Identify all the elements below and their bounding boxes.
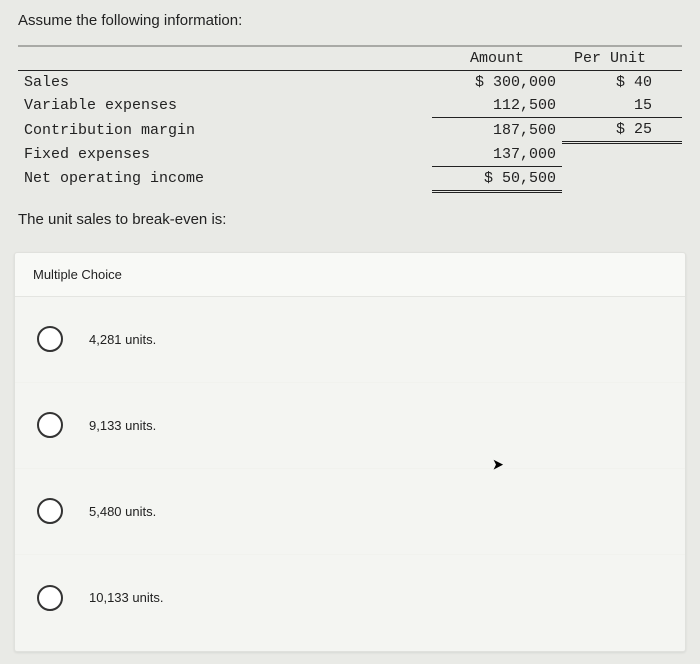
option-c-label: 5,480 units. — [89, 504, 156, 519]
label-noi: Net operating income — [18, 166, 432, 191]
question-text: The unit sales to break-even is: — [0, 197, 700, 236]
amount-noi: $ 50,500 — [432, 166, 562, 191]
amount-varexp: 112,500 — [432, 94, 562, 118]
row-fixedexp: Fixed expenses 137,000 — [18, 143, 682, 167]
perunit-sales: $ 40 — [562, 71, 682, 95]
amount-sales: $ 300,000 — [432, 71, 562, 95]
label-sales: Sales — [18, 71, 432, 95]
option-d[interactable]: 10,133 units. — [15, 555, 685, 641]
multiple-choice-block: Multiple Choice 4,281 units. 9,133 units… — [14, 252, 686, 652]
label-varexp: Variable expenses — [18, 94, 432, 118]
row-varexp: Variable expenses 112,500 15 — [18, 94, 682, 118]
row-sales: Sales $ 300,000 $ 40 — [18, 71, 682, 95]
label-cm: Contribution margin — [18, 118, 432, 143]
perunit-fixedexp — [562, 143, 682, 167]
option-b[interactable]: 9,133 units. — [15, 383, 685, 469]
radio-icon[interactable] — [37, 585, 63, 611]
question-page: Assume the following information: Amount… — [0, 0, 700, 664]
option-a[interactable]: 4,281 units. — [15, 297, 685, 383]
row-noi: Net operating income $ 50,500 — [18, 166, 682, 191]
perunit-varexp: 15 — [562, 94, 682, 118]
amount-cm: 187,500 — [432, 118, 562, 143]
col-amount-header: Amount — [432, 46, 562, 71]
prompt-text: Assume the following information: — [0, 12, 700, 39]
mc-header: Multiple Choice — [15, 253, 685, 297]
perunit-noi — [562, 166, 682, 191]
radio-icon[interactable] — [37, 326, 63, 352]
option-a-label: 4,281 units. — [89, 332, 156, 347]
amount-fixedexp: 137,000 — [432, 143, 562, 167]
option-c[interactable]: 5,480 units. — [15, 469, 685, 555]
col-blank — [18, 46, 432, 71]
radio-icon[interactable] — [37, 412, 63, 438]
label-fixedexp: Fixed expenses — [18, 143, 432, 167]
row-cm: Contribution margin 187,500 $ 25 — [18, 118, 682, 143]
option-d-label: 10,133 units. — [89, 590, 163, 605]
col-perunit-header: Per Unit — [562, 46, 682, 71]
income-statement-table: Amount Per Unit Sales $ 300,000 $ 40 Var… — [0, 39, 700, 197]
option-b-label: 9,133 units. — [89, 418, 156, 433]
radio-icon[interactable] — [37, 498, 63, 524]
perunit-cm: $ 25 — [562, 118, 682, 143]
